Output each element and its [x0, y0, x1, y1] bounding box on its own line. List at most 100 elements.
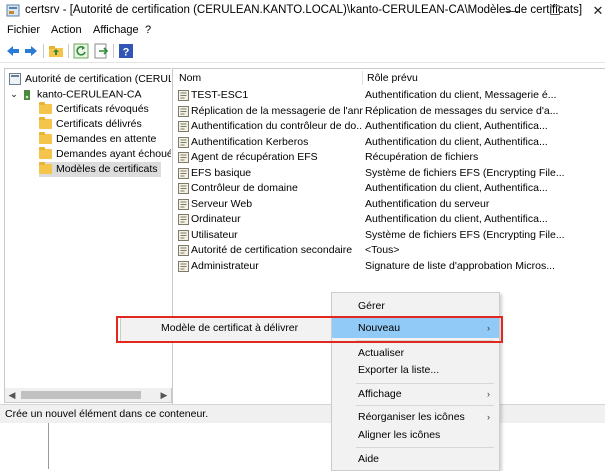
tree-ca-label: kanto-CERULEAN-CA	[37, 88, 142, 101]
column-divider[interactable]	[362, 71, 363, 85]
tree-item-failed[interactable]: Demandes ayant échoué	[39, 147, 171, 162]
ctx-item-align-icons[interactable]: Aligner les icônes	[332, 425, 499, 445]
title-bar: certsrv - [Autorité de certification (CE…	[0, 0, 605, 22]
template-role: Système de fichiers EFS (Encrypting File…	[365, 228, 565, 241]
template-row[interactable]: Serveur Web Authentification du serveur	[173, 197, 605, 212]
ctx-item-label: Affichage	[358, 388, 402, 400]
certificate-template-icon	[178, 183, 189, 194]
ctx-item-arrange-icons[interactable]: Réorganiser les icônes ›	[332, 407, 499, 427]
folder-icon	[39, 147, 52, 160]
toolbar-separator	[68, 44, 69, 58]
certsrv-app-icon	[6, 4, 20, 17]
ctx-item-label: Exporter la liste...	[358, 364, 440, 376]
certificate-template-icon	[178, 229, 189, 241]
certificate-template-icon	[178, 167, 189, 179]
back-icon[interactable]	[5, 43, 21, 59]
template-name: Authentification du contrôleur de do...	[191, 120, 363, 132]
refresh-icon[interactable]	[73, 43, 89, 59]
status-text: Crée un nouvel élément dans ce conteneur…	[5, 408, 209, 420]
template-name: Authentification Kerberos	[191, 135, 309, 148]
toolbar-separator	[43, 44, 44, 58]
folder-icon	[39, 117, 52, 130]
certificate-template-icon	[178, 260, 189, 272]
menu-view[interactable]: Affichage	[93, 24, 139, 36]
template-row[interactable]: Utilisateur Système de fichiers EFS (Encr…	[173, 228, 605, 243]
toolbar-separator	[113, 44, 114, 58]
ctx-item-help[interactable]: Aide	[332, 449, 499, 469]
template-name: Contrôleur de domaine	[191, 182, 298, 194]
template-name: Agent de récupération EFS	[191, 151, 318, 163]
menu-help[interactable]: ?	[145, 24, 151, 36]
certificate-template-icon	[178, 214, 189, 225]
scroll-thumb[interactable]	[21, 391, 141, 399]
template-row[interactable]: Réplication de la messagerie de l'ann...…	[173, 104, 605, 119]
tree-item-templates[interactable]: Modèles de certificats	[39, 162, 161, 177]
forward-icon[interactable]	[23, 43, 39, 59]
ctx-item-label: Aide	[358, 453, 380, 465]
template-row[interactable]: TEST-ESC1 Authentification du client, Mes…	[173, 88, 605, 103]
close-button[interactable]: ✕	[576, 0, 605, 22]
column-header-name[interactable]: Nom	[179, 72, 201, 84]
toolbar: ?	[0, 40, 605, 63]
background-divider	[48, 423, 49, 469]
template-role: Signature de liste d'approbation Micros.…	[365, 259, 555, 272]
annotation-highlight-box	[116, 316, 503, 343]
template-role: Authentification du client, Authentifica…	[365, 120, 548, 132]
template-role: Authentification du client, Messagerie é…	[365, 89, 557, 101]
template-row[interactable]: Agent de récupération EFS Récupération de…	[173, 150, 605, 165]
template-role: Authentification du client, Authentifica…	[365, 135, 548, 148]
template-row[interactable]: EFS basique Système de fichiers EFS (Encr…	[173, 166, 605, 181]
certificate-template-icon	[178, 136, 189, 148]
chevron-down-icon[interactable]: ⌄	[9, 87, 19, 102]
template-row[interactable]: Administrateur Signature de liste d'appro…	[173, 259, 605, 274]
tree-item-label: Certificats délivrés	[56, 118, 142, 130]
ctx-item-export-list[interactable]: Exporter la liste...	[332, 360, 499, 380]
certificate-template-icon	[178, 198, 189, 210]
template-row[interactable]: Ordinateur Authentification du client, Au…	[173, 212, 605, 227]
help-icon[interactable]: ?	[118, 43, 134, 59]
template-row[interactable]: Authentification Kerberos Authentificatio…	[173, 135, 605, 150]
tree-item-label: Certificats révoqués	[56, 103, 149, 115]
template-name: Ordinateur	[191, 213, 241, 225]
maximize-button[interactable]: ☐	[533, 0, 577, 22]
scroll-left-icon[interactable]: ◀	[5, 388, 19, 402]
status-bar: Crée un nouvel élément dans ce conteneur…	[0, 404, 605, 423]
template-role: Authentification du client, Authentifica…	[365, 213, 548, 225]
template-row[interactable]: Autorité de certification secondaire <Tou…	[173, 243, 605, 258]
up-folder-icon[interactable]	[48, 43, 64, 59]
certificate-template-icon	[178, 105, 189, 117]
template-name: Réplication de la messagerie de l'ann...	[191, 104, 363, 117]
tree-item-pending[interactable]: Demandes en attente	[39, 132, 156, 147]
folder-icon	[39, 132, 52, 145]
minimize-button[interactable]: —	[490, 0, 534, 22]
tree-item-label: Demandes ayant échoué	[56, 148, 171, 160]
menu-separator	[356, 405, 494, 406]
certificate-template-icon	[178, 245, 189, 256]
ctx-item-view[interactable]: Affichage ›	[332, 384, 499, 404]
certificate-template-icon	[178, 152, 189, 163]
column-header-role[interactable]: Rôle prévu	[367, 72, 418, 84]
scroll-right-icon[interactable]: ▶	[157, 388, 171, 402]
tree-item-revoked[interactable]: Certificats révoqués	[39, 102, 149, 117]
tree-horizontal-scrollbar[interactable]: ◀ ▶	[4, 388, 172, 403]
folder-icon	[39, 102, 52, 115]
ctx-item-label: Aligner les icônes	[358, 429, 441, 441]
template-name: Serveur Web	[191, 197, 253, 210]
template-row[interactable]: Authentification du contrôleur de do... A…	[173, 119, 605, 134]
certificate-template-icon	[178, 121, 189, 132]
template-role: <Tous>	[365, 244, 400, 256]
template-role: Authentification du client, Authentifica…	[365, 182, 548, 194]
ctx-item-manage[interactable]: Gérer	[332, 296, 499, 316]
template-row[interactable]: Contrôleur de domaine Authentification du…	[173, 181, 605, 196]
export-list-icon[interactable]	[93, 43, 109, 59]
certificate-template-icon	[178, 90, 189, 101]
tree-item-issued[interactable]: Certificats délivrés	[39, 117, 142, 132]
chevron-right-icon: ›	[487, 389, 490, 399]
template-name: Administrateur	[191, 259, 259, 272]
template-name: EFS basique	[191, 166, 252, 179]
menu-file[interactable]: Fichier	[7, 24, 40, 36]
template-name: TEST-ESC1	[191, 89, 249, 101]
tree-ca-node[interactable]: ⌄ kanto-CERULEAN-CA	[9, 87, 141, 102]
tree-root[interactable]: Autorité de certification (CERULEA	[9, 72, 171, 87]
menu-action[interactable]: Action	[51, 24, 82, 36]
